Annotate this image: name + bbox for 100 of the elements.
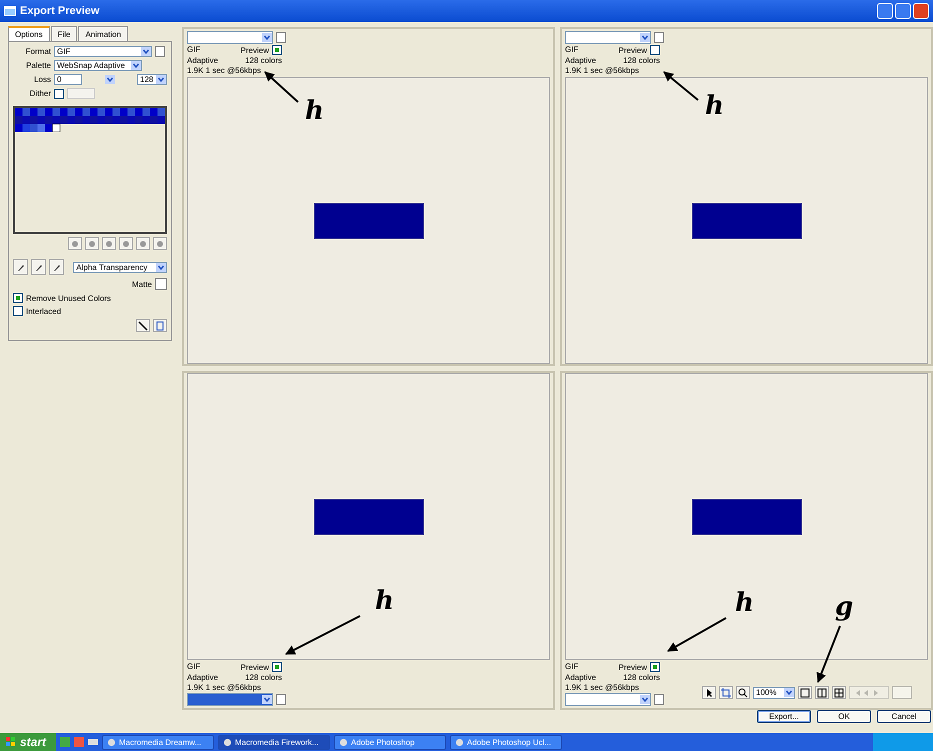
annotation-letter: h <box>305 98 324 124</box>
palette-tool-icon[interactable] <box>85 237 99 250</box>
matte-label: Matte <box>132 280 152 288</box>
options-button[interactable] <box>276 32 286 43</box>
eyedropper-icon[interactable] <box>31 259 46 275</box>
dropdown-arrow-icon[interactable] <box>640 695 650 704</box>
preview-label: Preview <box>618 46 647 54</box>
arrow <box>667 617 726 652</box>
dropdown-arrow-icon[interactable] <box>104 75 114 84</box>
page-icon[interactable] <box>153 319 167 332</box>
window-icon <box>4 6 16 16</box>
checkbox-label: Interlaced <box>26 306 62 316</box>
colors-dropdown[interactable]: 128 <box>137 74 167 85</box>
palette-tool-icon[interactable] <box>119 237 133 250</box>
tab[interactable]: Options <box>8 26 50 41</box>
format-text: GIF <box>187 662 200 672</box>
annotation-letter: g <box>835 594 854 620</box>
annotation-letter: h <box>705 93 724 119</box>
format-text: GIF <box>565 662 578 672</box>
preview-checkbox[interactable] <box>272 662 282 672</box>
dropdown-arrow-icon[interactable] <box>262 33 272 42</box>
options-button[interactable] <box>654 694 664 705</box>
format-dropdown[interactable]: GIF <box>54 46 152 57</box>
palette-tool-icon[interactable] <box>153 237 167 250</box>
dialog-button[interactable]: OK <box>817 710 871 723</box>
preset-dropdown[interactable] <box>565 693 651 706</box>
two-up-view-icon[interactable] <box>815 686 829 699</box>
wand-icon[interactable] <box>136 319 150 332</box>
palette-text: Adaptive <box>565 56 596 65</box>
preview-label: Preview <box>240 662 269 672</box>
tab[interactable]: Animation <box>78 26 128 41</box>
colors-text: 128 colors <box>245 56 282 65</box>
minimize-button[interactable] <box>877 3 893 19</box>
checkbox-label: Remove Unused Colors <box>26 294 111 302</box>
options-button[interactable] <box>654 32 664 43</box>
dropdown-arrow-icon[interactable] <box>262 695 272 704</box>
dropdown-arrow-icon[interactable] <box>141 47 151 56</box>
dialog-button[interactable]: Export... <box>757 710 811 723</box>
app-icon <box>455 738 464 746</box>
preview-checkbox[interactable] <box>650 45 660 55</box>
annotation-letter: h <box>735 590 754 616</box>
arrow <box>264 71 299 103</box>
taskbar-button[interactable]: Adobe Photoshop <box>334 734 446 750</box>
dropdown-arrow-icon[interactable] <box>156 75 166 84</box>
palette-text: Adaptive <box>187 56 218 65</box>
start-button[interactable]: start <box>0 733 56 751</box>
checkbox[interactable] <box>13 306 23 316</box>
dropdown-arrow-icon[interactable] <box>131 61 141 70</box>
dropdown-arrow-icon[interactable] <box>640 33 650 42</box>
matte-swatch[interactable] <box>155 278 167 290</box>
size-text: 1.9K 1 sec @56kbps <box>565 683 639 692</box>
palette-dropdown[interactable]: WebSnap Adaptive <box>54 60 142 71</box>
palette-text: Adaptive <box>565 673 596 682</box>
single-view-icon[interactable] <box>798 686 812 699</box>
palette-label: Palette <box>25 61 51 70</box>
preview-label: Preview <box>618 662 647 672</box>
preview-checkbox[interactable] <box>272 45 282 55</box>
size-text: 1.9K 1 sec @56kbps <box>187 683 261 692</box>
pointer-icon[interactable] <box>702 686 716 699</box>
taskbar-button[interactable]: Adobe Photoshop Ucl... <box>450 734 562 750</box>
preview-checkbox[interactable] <box>650 662 660 672</box>
options-button[interactable] <box>155 46 165 57</box>
quick-launch-icon[interactable] <box>88 737 98 747</box>
palette-tool-icon[interactable] <box>68 237 82 250</box>
windows-logo-icon <box>6 737 16 747</box>
system-tray <box>873 733 933 751</box>
eyedropper-icon[interactable] <box>13 259 28 275</box>
maximize-button[interactable] <box>895 3 911 19</box>
preview-label: Preview <box>240 46 269 54</box>
crop-icon[interactable] <box>719 686 733 699</box>
loss-field[interactable]: 0 <box>54 74 82 85</box>
taskbar-button[interactable]: Macromedia Firework... <box>218 734 330 750</box>
options-button[interactable] <box>276 694 286 705</box>
format-label: Format <box>24 47 51 56</box>
tab[interactable]: File <box>50 26 78 41</box>
app-icon <box>107 738 116 746</box>
checkbox[interactable] <box>13 293 23 303</box>
arrow <box>816 626 841 683</box>
four-up-view-icon[interactable] <box>832 686 846 699</box>
taskbar-button[interactable]: Macromedia Dreamw... <box>102 734 214 750</box>
preset-dropdown[interactable] <box>187 693 273 706</box>
zoom-dropdown[interactable]: 100% <box>753 686 795 698</box>
dither-field[interactable] <box>67 88 95 99</box>
dither-checkbox[interactable] <box>54 88 64 98</box>
palette-tool-icon[interactable] <box>136 237 150 250</box>
close-button[interactable] <box>913 3 929 19</box>
dropdown-arrow-icon[interactable] <box>156 262 166 272</box>
app-icon <box>339 738 348 746</box>
size-text: 1.9K 1 sec @56kbps <box>187 66 261 75</box>
palette-text: Adaptive <box>187 673 218 682</box>
arrow <box>663 71 699 101</box>
app-icon <box>223 738 232 746</box>
transparency-dropdown[interactable]: Alpha Transparency <box>73 262 168 272</box>
dialog-button[interactable]: Cancel <box>877 710 931 723</box>
dropdown-arrow-icon[interactable] <box>784 688 794 697</box>
palette-tool-icon[interactable] <box>102 237 116 250</box>
eyedropper-icon[interactable] <box>49 259 64 275</box>
zoom-icon[interactable] <box>736 686 750 699</box>
dither-label: Dither <box>28 89 51 98</box>
frame-field[interactable] <box>892 686 912 699</box>
